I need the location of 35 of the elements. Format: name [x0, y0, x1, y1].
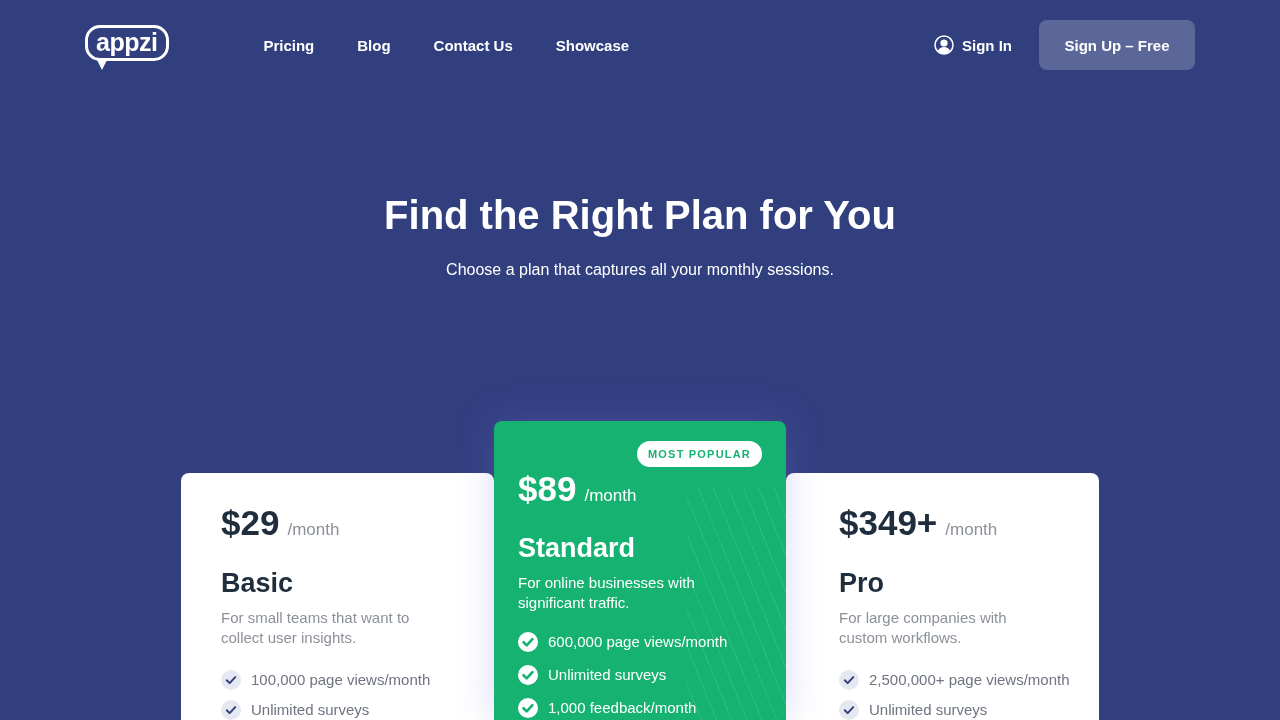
price-period: /month: [584, 485, 637, 507]
plan-description: For large companies with custom workflows.: [839, 608, 1008, 648]
plan-price: $29: [221, 503, 280, 543]
nav-link[interactable]: Showcase: [555, 36, 630, 54]
price-period: /month: [945, 519, 998, 541]
check-icon: [518, 632, 538, 652]
nav-link[interactable]: Pricing: [263, 36, 315, 54]
feature-text: Unlimited surveys: [869, 701, 988, 719]
plan-name: Standard: [518, 532, 637, 565]
page-subtitle: Choose a plan that captures all your monthly sessions.: [446, 260, 834, 280]
feature-text: 600,000 page views/month: [548, 633, 728, 651]
plan-description: For online businesses with significant traffic.: [518, 573, 696, 613]
nav-link[interactable]: Contact Us: [433, 36, 513, 54]
check-icon: [839, 670, 859, 690]
nav-link[interactable]: Blog: [357, 36, 391, 54]
plan-description: For small teams that want to collect user insights.: [221, 608, 411, 648]
plan-price: $349+: [839, 503, 938, 543]
check-icon: [839, 700, 859, 720]
plan-price: $89: [518, 469, 577, 509]
feature-text: Unlimited surveys: [548, 666, 667, 684]
page-title: Find the Right Plan for You: [384, 192, 896, 239]
check-icon: [221, 700, 241, 720]
price-period: /month: [287, 519, 340, 541]
feature-text: 100,000 page views/month: [251, 671, 431, 689]
plan-name: Basic: [221, 567, 295, 600]
user-icon: [934, 35, 954, 55]
sign-up-button[interactable]: Sign Up – Free: [1039, 20, 1195, 70]
feature-text: 1,000 feedback/month: [548, 699, 697, 717]
feature-text: Unlimited surveys: [251, 701, 370, 719]
sign-in-link[interactable]: Sign In: [934, 35, 1012, 55]
plan-name: Pro: [839, 567, 885, 600]
check-icon: [221, 670, 241, 690]
most-popular-badge: MOST POPULAR: [637, 441, 762, 467]
check-icon: [518, 665, 538, 685]
feature-text: 2,500,000+ page views/month: [869, 671, 1070, 689]
